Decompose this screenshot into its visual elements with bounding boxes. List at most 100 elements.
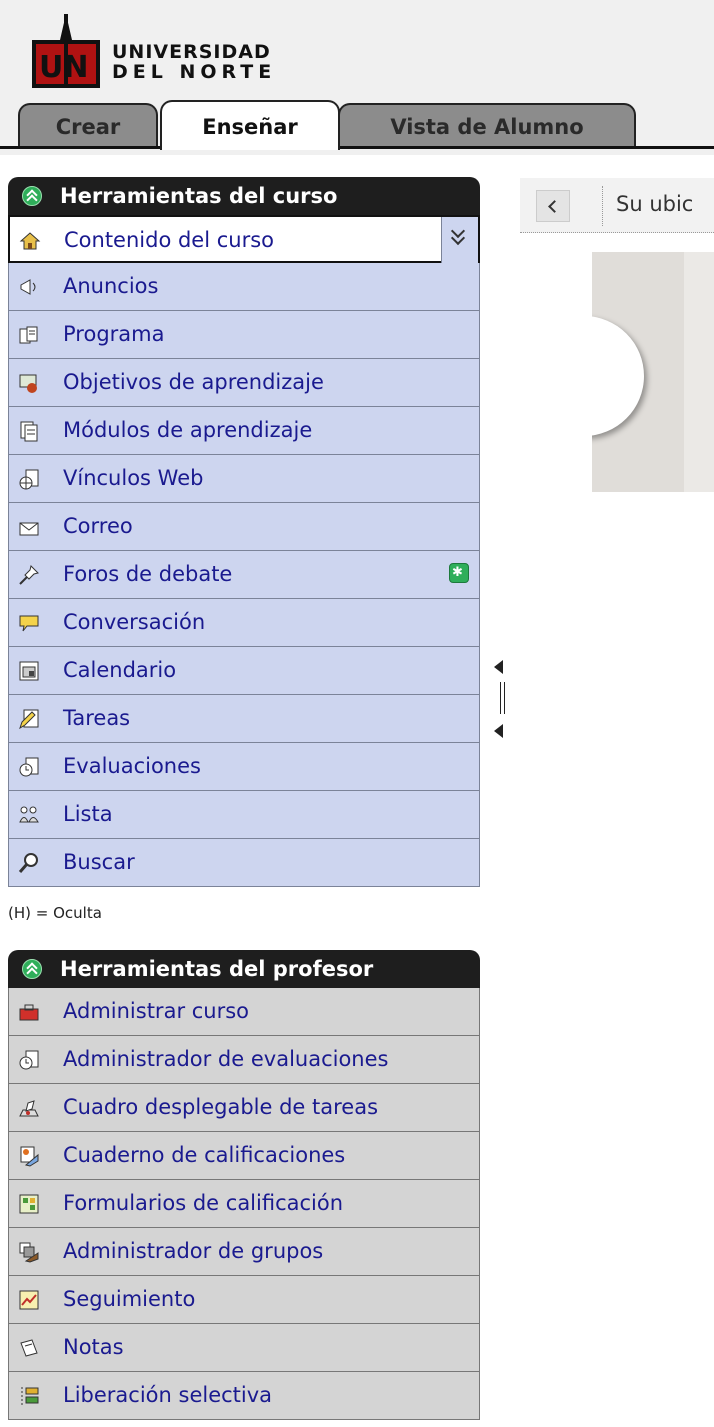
logo-mark-text: UN [39,50,88,85]
splitter-grip-line [504,682,505,714]
collapse-left-arrow-icon[interactable] [494,724,503,738]
sidebar-item-label: Calendario [63,658,177,682]
sidebar-item-tareas[interactable]: Tareas [8,695,480,743]
calendar-icon [19,661,39,681]
note-icon [20,1339,38,1357]
envelope-icon [19,522,39,536]
sidebar-item-label: Cuaderno de calificaciones [63,1143,346,1167]
sidebar-item-cuadro-desplegable-de-tareas[interactable]: Cuadro desplegable de tareas [8,1084,480,1132]
tab-crear[interactable]: Crear [18,103,158,147]
sidebar-item-label: Evaluaciones [63,754,201,778]
sidebar-item-label: Notas [63,1335,124,1359]
tab-vista-de-alumno[interactable]: Vista de Alumno [338,103,636,147]
sidebar-item-foros-de-debate[interactable]: Foros de debate [8,549,480,599]
course-tools-title: Herramientas del curso [60,184,338,208]
course-tools-panel: Herramientas del curso Contenido del cur… [8,177,480,887]
sidebar-item-label: Foros de debate [63,562,233,586]
sidebar-item-objetivos-de-aprendizaje[interactable]: Objetivos de aprendizaje [8,359,480,407]
sidebar-item-label: Liberación selectiva [63,1383,273,1407]
apple-board-icon [19,374,37,393]
sidebar-item-anuncios[interactable]: Anuncios [8,263,480,311]
chart-icon [19,1290,39,1310]
release-icon [21,1387,39,1405]
sidebar-item-cuaderno-de-calificaciones[interactable]: Cuaderno de calificaciones [8,1132,480,1180]
sidebar-item-label: Anuncios [63,274,159,298]
sidebar-item-lista[interactable]: Lista [8,791,480,839]
sidebar-item-label: Seguimiento [63,1287,196,1311]
sidebar-item-administrar-curso[interactable]: Administrar curso [8,988,480,1036]
logo-text: UNIVERSIDAD DEL NORTE [112,42,276,82]
sidebar-item-modulos-de-aprendizaje[interactable]: Módulos de aprendizaje [8,407,480,455]
group-icon [19,1242,39,1263]
splitter-grip-line [500,682,501,714]
grid-form-icon [19,1194,39,1214]
back-button[interactable] [536,190,570,222]
sidebar-item-label: Correo [63,514,133,538]
sidebar-item-administrador-de-grupos[interactable]: Administrador de grupos [8,1228,480,1276]
teacher-tools-panel: Herramientas del profesor Administrar cu… [8,950,480,1420]
sidebar-item-contenido-del-curso[interactable]: Contenido del curso [8,215,480,263]
globe-doc-icon [19,469,39,490]
course-tools-header[interactable]: Herramientas del curso [8,177,480,215]
sidebar-item-liberacion-selectiva[interactable]: Liberación selectiva [8,1372,480,1420]
logo-line-2: DEL NORTE [112,61,277,83]
new-messages-icon [449,549,469,596]
sidebar-item-label: Buscar [63,850,135,874]
megaphone-icon [20,279,36,295]
breadcrumb-location: Su ubic [616,192,694,216]
home-icon [19,232,41,250]
breadcrumb-divider [602,186,603,226]
sidebar-item-label: Lista [63,802,113,826]
sidebar-item-evaluaciones[interactable]: Evaluaciones [8,743,480,791]
toolbox-icon [19,1004,39,1021]
placeholder-band [684,252,714,492]
placeholder-semicircle [592,316,644,436]
sidebar-item-buscar[interactable]: Buscar [8,839,480,887]
breadcrumb-bar: Su ubic [520,178,714,233]
sidebar-item-label: Conversación [63,610,206,634]
sidebar-item-programa[interactable]: Programa [8,311,480,359]
sidebar-item-label: Formularios de calificación [63,1191,344,1215]
teacher-tools-title: Herramientas del profesor [60,957,374,981]
sidebar-item-label: Administrador de grupos [63,1239,324,1263]
sidebar-item-seguimiento[interactable]: Seguimiento [8,1276,480,1324]
sidebar-item-label: Administrador de evaluaciones [63,1047,389,1071]
collapse-icon[interactable] [22,186,42,206]
teacher-tools-header[interactable]: Herramientas del profesor [8,950,480,988]
syllabus-icon [19,326,38,344]
sidebar-item-formularios-de-calificacion[interactable]: Formularios de calificación [8,1180,480,1228]
pushpin-icon [19,565,39,585]
sidebar-item-label: Contenido del curso [64,228,275,252]
module-icon [20,421,38,442]
gradebook-icon [20,1146,39,1167]
sidebar-item-administrador-de-evaluaciones[interactable]: Administrador de evaluaciones [8,1036,480,1084]
chevron-down-icon[interactable] [441,217,478,263]
sidebar-item-vinculos-web[interactable]: Vínculos Web [8,455,480,503]
logo-line-1: UNIVERSIDAD [112,41,271,63]
sidebar-item-label: Tareas [63,706,131,730]
panel-splitter-handle[interactable] [492,660,512,740]
university-logo[interactable]: UN UNIVERSIDAD DEL NORTE [30,12,300,92]
clock-doc-icon [19,757,39,777]
sidebar-item-label: Cuadro desplegable de tareas [63,1095,379,1119]
sidebar-item-conversacion[interactable]: Conversación [8,599,480,647]
pencil-doc-icon [19,709,39,730]
clock-doc-icon [19,1050,39,1070]
sidebar-item-calendario[interactable]: Calendario [8,647,480,695]
sidebar-item-label: Administrar curso [63,999,250,1023]
sidebar-item-correo[interactable]: Correo [8,503,480,551]
chat-icon [19,615,39,632]
header: UN UNIVERSIDAD DEL NORTE Crear Vista de … [0,0,714,155]
collapse-icon[interactable] [22,959,42,979]
magnifier-icon [18,853,38,873]
sidebar-item-label: Objetivos de aprendizaje [63,370,324,394]
logo-mark-icon: UN [32,14,100,88]
people-icon [19,806,39,823]
sidebar-item-label: Módulos de aprendizaje [63,418,313,442]
tab-ensenar[interactable]: Enseñar [160,100,340,150]
collapse-left-arrow-icon[interactable] [494,660,503,674]
sidebar-item-notas[interactable]: Notas [8,1324,480,1372]
dropbox-icon [19,1100,39,1117]
tab-divider [0,146,714,149]
content-placeholder-image [592,252,714,492]
